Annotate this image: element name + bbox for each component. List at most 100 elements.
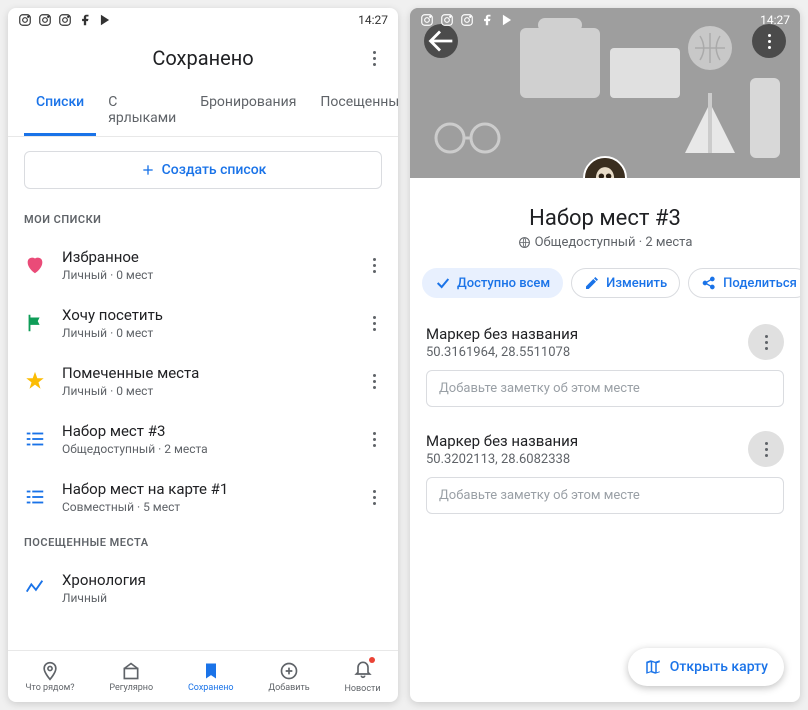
tab-visited[interactable]: Посещенные [308,84,398,136]
more-icon [761,34,777,49]
nav-commute[interactable]: Регулярно [109,661,153,693]
list-header: Набор мест #3 Общедоступный · 2 места [410,178,800,260]
bottom-nav: Что рядом? Регулярно Сохранено Добавить … [8,650,398,702]
notification-dot [369,657,375,663]
chip-label: Доступно всем [457,276,550,291]
list-item-timeline[interactable]: ХронологияЛичный [8,559,398,617]
pencil-icon [584,275,600,291]
play-icon [500,13,514,27]
open-map-button[interactable]: Открыть карту [628,648,784,686]
facebook-icon [78,13,92,27]
plus-icon [140,162,156,178]
phone-saved-screen: 14:27 Сохранено Списки С ярлыками Бронир… [8,8,398,702]
list-sub: Общедоступный · 2 места [62,442,350,456]
list-item-want-to-go[interactable]: Хочу посетить Личный · 0 мест [8,294,398,352]
chip-label: Изменить [606,276,667,291]
place-card: Маркер без названия 50.3161964, 28.55110… [410,312,800,419]
tab-reservations[interactable]: Бронирования [188,84,308,136]
chip-share[interactable]: Поделиться [688,268,800,298]
instagram-icon [420,13,434,27]
create-list-button[interactable]: Создать список [24,151,382,189]
list-sub: Личный [62,591,382,605]
nav-label: Добавить [268,683,309,693]
share-icon [701,275,717,291]
building-icon [121,661,141,681]
phone-list-detail-screen: 14:27 Набор мест #3 [410,8,800,702]
status-time: 14:27 [358,13,388,27]
list-icon [24,486,46,508]
section-my-lists: МОИ СПИСКИ [8,203,398,236]
nav-contribute[interactable]: Добавить [268,661,309,693]
instagram-icon [38,13,52,27]
tab-labeled[interactable]: С ярлыками [96,84,188,136]
status-bar: 14:27 [410,8,800,32]
item-more-icon[interactable] [366,374,382,389]
place-more-button[interactable] [748,431,784,467]
nav-explore[interactable]: Что рядом? [25,661,74,693]
place-title: Маркер без названия [426,325,736,343]
tabs: Списки С ярлыками Бронирования Посещенны… [8,84,398,137]
instagram-icon [460,13,474,27]
list-title: Помеченные места [62,364,350,382]
place-coords: 50.3202113, 28.6082338 [426,452,736,467]
list-item-map1[interactable]: Набор мест на карте #1Совместный · 5 мес… [8,468,398,526]
facebook-icon [480,13,494,27]
place-card: Маркер без названия 50.3202113, 28.60823… [410,419,800,526]
nav-updates[interactable]: Новости [344,659,380,694]
item-more-icon[interactable] [366,490,382,505]
chip-public[interactable]: Доступно всем [422,268,563,298]
section-visited: ПОСЕЩЕННЫЕ МЕСТА [8,526,398,559]
list-meta: Общедоступный · 2 места [410,235,800,250]
content-scroll[interactable]: Создать список МОИ СПИСКИ ИзбранноеЛичны… [8,137,398,650]
list-name: Набор мест #3 [410,206,800,231]
nav-label: Что рядом? [25,683,74,693]
more-icon [758,442,774,457]
list-sub: Личный · 0 мест [62,268,350,282]
globe-icon [518,236,531,249]
page-title: Сохранено [152,46,253,70]
bookmark-icon [201,661,221,681]
create-list-label: Создать список [162,162,267,178]
fab-label: Открыть карту [670,659,768,675]
place-coords: 50.3161964, 28.5511078 [426,345,736,360]
list-sub: Личный · 0 мест [62,326,350,340]
travel-illustration [410,8,800,178]
list-item-set3[interactable]: Набор мест #3 Общедоступный · 2 места [8,410,398,468]
heart-icon [24,254,46,276]
map-icon [644,658,662,676]
places-scroll[interactable]: Маркер без названия 50.3161964, 28.55110… [410,312,800,702]
place-more-button[interactable] [748,324,784,360]
action-chips: Доступно всем Изменить Поделиться [410,260,800,312]
chip-edit[interactable]: Изменить [571,268,680,298]
list-title: Хочу посетить [62,306,350,324]
nav-saved[interactable]: Сохранено [188,661,234,693]
place-title: Маркер без названия [426,432,736,450]
pin-icon [40,661,60,681]
more-icon[interactable] [366,51,382,66]
instagram-icon [440,13,454,27]
list-title: Набор мест на карте #1 [62,480,350,498]
star-icon [24,370,46,392]
nav-label: Сохранено [188,683,234,693]
check-icon [435,275,451,291]
list-title: Набор мест #3 [62,422,350,440]
timeline-icon [24,577,46,599]
list-item-starred[interactable]: Помеченные места Личный · 0 мест [8,352,398,410]
status-time: 14:27 [760,13,790,27]
item-more-icon[interactable] [366,316,382,331]
nav-label: Регулярно [109,683,153,693]
flag-icon [24,312,46,334]
note-input[interactable]: Добавьте заметку об этом месте [426,370,784,407]
chip-label: Поделиться [723,276,797,291]
tab-lists[interactable]: Списки [24,84,96,136]
item-more-icon[interactable] [366,432,382,447]
plus-circle-icon [279,661,299,681]
list-icon [24,428,46,450]
more-icon [758,335,774,350]
item-more-icon[interactable] [366,258,382,273]
note-input[interactable]: Добавьте заметку об этом месте [426,477,784,514]
list-item-favorites[interactable]: ИзбранноеЛичный · 0 мест [8,236,398,294]
list-sub: Личный · 0 мест [62,384,350,398]
instagram-icon [58,13,72,27]
status-bar: 14:27 [8,8,398,32]
